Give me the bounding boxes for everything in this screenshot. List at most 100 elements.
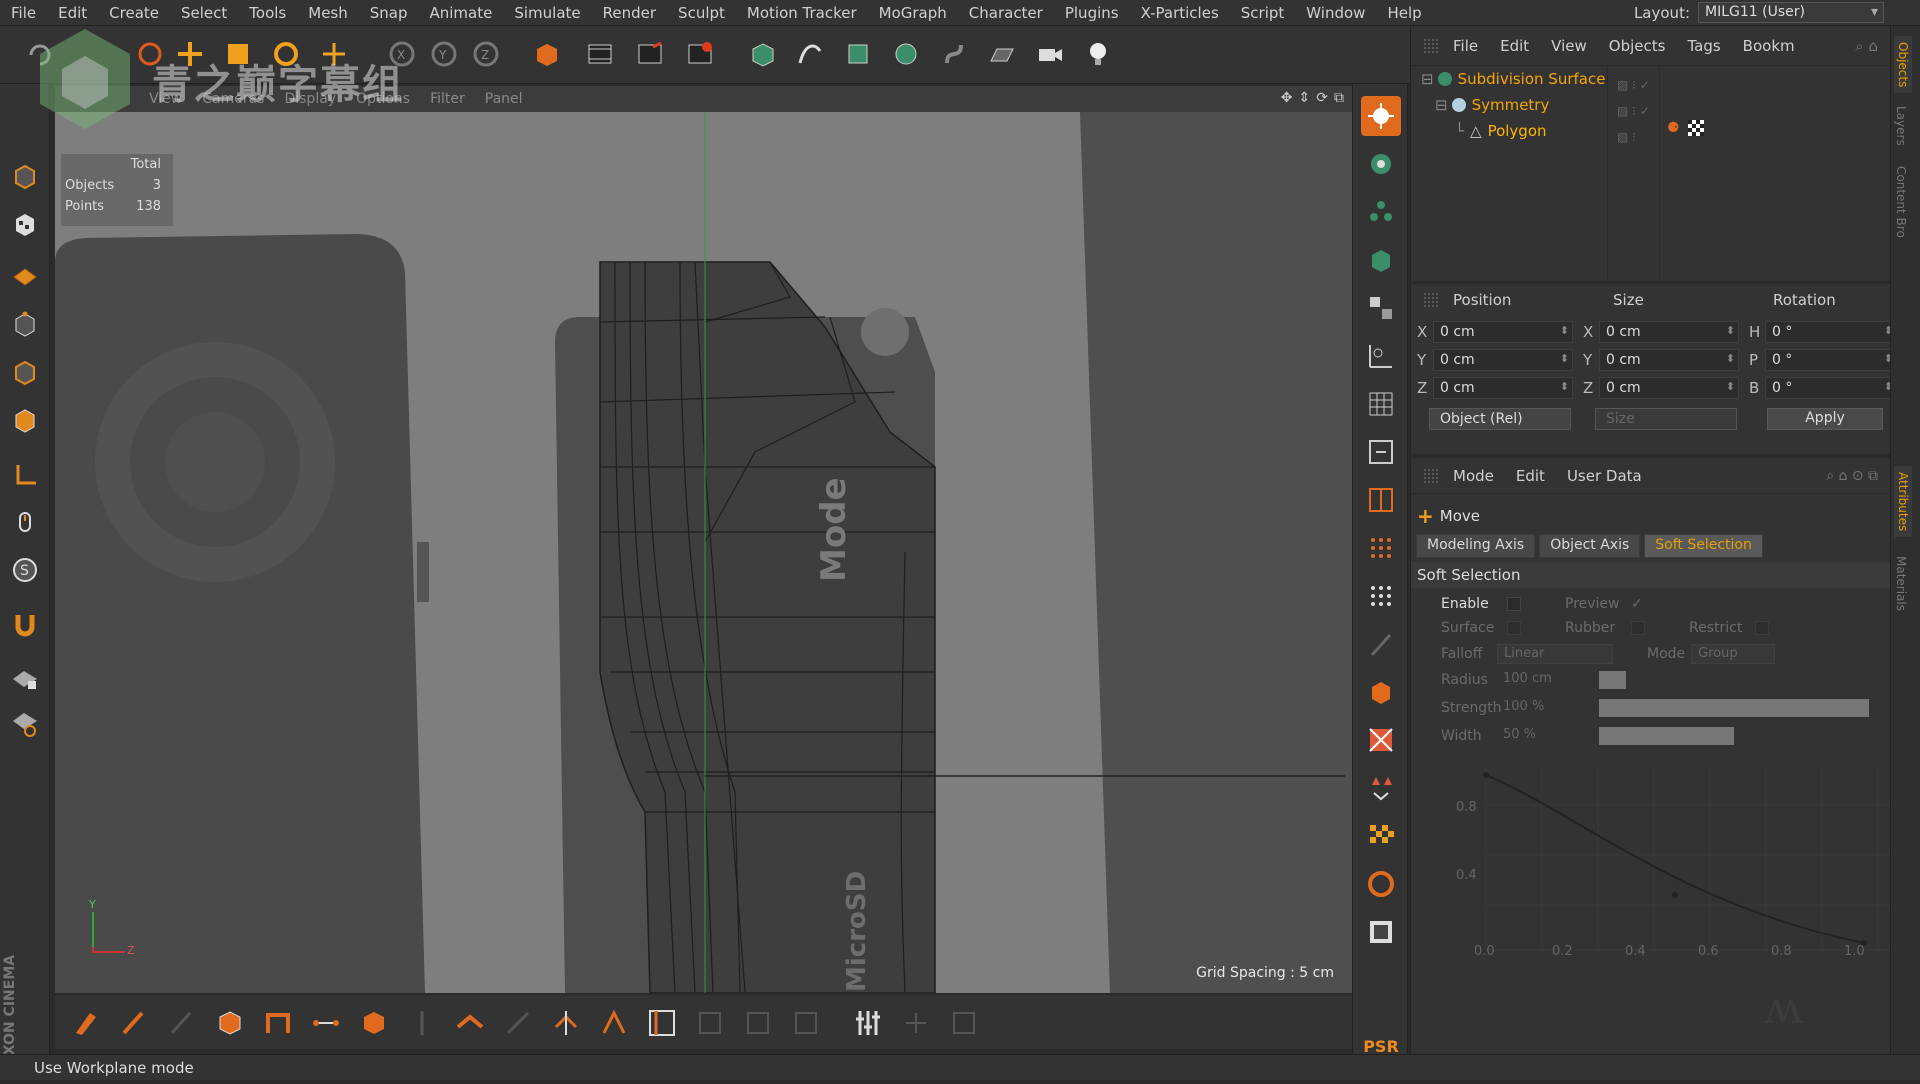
strength-field[interactable]: 100 % bbox=[1497, 698, 1591, 718]
bevel-icon[interactable] bbox=[1361, 720, 1401, 760]
slide-icon[interactable] bbox=[545, 1002, 587, 1044]
panel-grip-icon[interactable] bbox=[1423, 468, 1439, 484]
size-x-field[interactable]: 0 cm bbox=[1599, 321, 1739, 343]
tab-object-axis[interactable]: Object Axis bbox=[1539, 534, 1640, 558]
panel-grip-icon[interactable] bbox=[1423, 38, 1439, 54]
extrude-icon[interactable] bbox=[1361, 672, 1401, 712]
attr-nav-icons[interactable]: ⌕ ⌂ ⊙ ⧉ bbox=[1826, 468, 1878, 484]
frame-icon[interactable] bbox=[1361, 912, 1401, 952]
menu-character[interactable]: Character bbox=[958, 0, 1054, 26]
menu-file[interactable]: File bbox=[0, 0, 47, 26]
spline-pen-icon[interactable] bbox=[790, 34, 830, 74]
edge-cut-icon[interactable] bbox=[593, 1002, 635, 1044]
render-picture-viewer-icon[interactable] bbox=[630, 34, 670, 74]
radius-field[interactable]: 100 cm bbox=[1497, 670, 1591, 690]
menu-sculpt[interactable]: Sculpt bbox=[667, 0, 736, 26]
mirror-icon[interactable] bbox=[1361, 480, 1401, 520]
side-tab-attributes[interactable]: Attributes bbox=[1894, 466, 1912, 537]
subdivision-surface-icon[interactable] bbox=[838, 34, 878, 74]
menu-motion-tracker[interactable]: Motion Tracker bbox=[736, 0, 868, 26]
menu-script[interactable]: Script bbox=[1230, 0, 1296, 26]
solo-mode-icon[interactable]: S bbox=[5, 550, 45, 590]
attr-menu-mode[interactable]: Mode bbox=[1453, 467, 1494, 485]
om-menu-objects[interactable]: Objects bbox=[1609, 37, 1666, 55]
om-menu-edit[interactable]: Edit bbox=[1500, 37, 1529, 55]
tab-modeling-axis[interactable]: Modeling Axis bbox=[1416, 534, 1535, 558]
snap-icon[interactable] bbox=[5, 604, 45, 644]
position-x-field[interactable]: 0 cm bbox=[1433, 321, 1573, 343]
material-tag-icon[interactable] bbox=[1688, 120, 1704, 136]
rotation-b-field[interactable]: 0 ° bbox=[1765, 377, 1897, 399]
z-axis-lock-icon[interactable]: Z bbox=[466, 34, 506, 74]
menu-x-particles[interactable]: X-Particles bbox=[1130, 0, 1230, 26]
layout-dropdown[interactable]: MILG11 (User) bbox=[1698, 2, 1884, 23]
surface-checkbox[interactable] bbox=[1507, 621, 1521, 635]
restrict-checkbox[interactable] bbox=[1755, 621, 1769, 635]
side-tab-content-browser[interactable]: Content Bro bbox=[1894, 166, 1908, 238]
viewport-menu-panel[interactable]: Panel bbox=[475, 91, 533, 107]
menu-animate[interactable]: Animate bbox=[419, 0, 504, 26]
menu-simulate[interactable]: Simulate bbox=[503, 0, 591, 26]
menu-select[interactable]: Select bbox=[170, 0, 238, 26]
collapse-icon[interactable]: ⊟ bbox=[1435, 96, 1448, 114]
orbit-icon[interactable]: ⟳ bbox=[1316, 90, 1328, 106]
size-z-field[interactable]: 0 cm bbox=[1599, 377, 1739, 399]
cluster-icon[interactable] bbox=[1361, 192, 1401, 232]
tab-soft-selection[interactable]: Soft Selection bbox=[1644, 534, 1763, 558]
viewport-menu-filter[interactable]: Filter bbox=[420, 91, 475, 107]
point-grid-icon[interactable] bbox=[1361, 528, 1401, 568]
workplane-icon[interactable] bbox=[5, 254, 45, 294]
brush-orange-icon[interactable] bbox=[65, 1002, 107, 1044]
close-polygon-hole-icon[interactable] bbox=[449, 1002, 491, 1044]
coordinate-system-icon[interactable] bbox=[526, 34, 566, 74]
om-menu-view[interactable]: View bbox=[1551, 37, 1587, 55]
array-icon[interactable] bbox=[886, 34, 926, 74]
menu-tools[interactable]: Tools bbox=[238, 0, 297, 26]
preview-checkbox[interactable]: ✓ bbox=[1631, 596, 1643, 612]
y-axis-lock-icon[interactable]: Y bbox=[424, 34, 464, 74]
om-menu-file[interactable]: File bbox=[1453, 37, 1478, 55]
position-z-field[interactable]: 0 cm bbox=[1433, 377, 1573, 399]
mode-dropdown[interactable]: Group bbox=[1691, 644, 1775, 664]
phong-tag-icon[interactable]: ⚈ bbox=[1667, 120, 1680, 136]
side-tab-materials[interactable]: Materials bbox=[1894, 556, 1908, 611]
maximize-view-icon[interactable]: ⧉ bbox=[1334, 90, 1344, 106]
falloff-dropdown[interactable]: Linear bbox=[1497, 644, 1613, 664]
grid-object-icon[interactable] bbox=[1361, 240, 1401, 280]
weld-icon[interactable] bbox=[1361, 768, 1401, 808]
size-mode-dropdown[interactable]: Size bbox=[1595, 408, 1737, 430]
align-icon[interactable] bbox=[1361, 432, 1401, 472]
cube-multi-icon[interactable] bbox=[1361, 288, 1401, 328]
menu-plugins[interactable]: Plugins bbox=[1054, 0, 1130, 26]
camera-icon[interactable] bbox=[1030, 34, 1070, 74]
attr-menu-user-data[interactable]: User Data bbox=[1567, 467, 1642, 485]
falloff-curve-graph[interactable]: 0.8 0.4 0.0 0.2 0.4 0.6 0.8 1.0 bbox=[1430, 755, 1900, 970]
panel-grip-icon[interactable] bbox=[1423, 292, 1439, 308]
texture-mode-icon[interactable] bbox=[5, 204, 45, 244]
side-tab-layers[interactable]: Layers bbox=[1894, 106, 1908, 146]
pencil-icon[interactable] bbox=[113, 1002, 155, 1044]
menu-render[interactable]: Render bbox=[592, 0, 667, 26]
menu-create[interactable]: Create bbox=[98, 0, 170, 26]
deformer-icon[interactable] bbox=[934, 34, 974, 74]
rubber-checkbox[interactable] bbox=[1631, 621, 1645, 635]
coordinate-mode-dropdown[interactable]: Object (Rel) bbox=[1429, 408, 1571, 430]
point-grid-white-icon[interactable] bbox=[1361, 576, 1401, 616]
width-slider[interactable] bbox=[1599, 727, 1869, 745]
enable-axis-icon[interactable] bbox=[5, 454, 45, 494]
object-row-polygon[interactable]: └ △ Polygon bbox=[1455, 118, 1547, 144]
enable-checkbox[interactable] bbox=[1507, 597, 1521, 611]
menu-mesh[interactable]: Mesh bbox=[297, 0, 359, 26]
make-editable-icon[interactable] bbox=[5, 156, 45, 196]
side-tab-objects[interactable]: Objects bbox=[1894, 36, 1912, 93]
knife-icon[interactable] bbox=[1361, 624, 1401, 664]
locked-workplane-icon[interactable] bbox=[5, 658, 45, 698]
menu-help[interactable]: Help bbox=[1376, 0, 1432, 26]
planar-workplane-icon[interactable] bbox=[5, 704, 45, 744]
om-search-icon[interactable]: ⌕ ⌂ bbox=[1855, 37, 1878, 55]
rotation-p-field[interactable]: 0 ° bbox=[1765, 349, 1897, 371]
render-view-icon[interactable] bbox=[580, 34, 620, 74]
cube-orange-icon[interactable] bbox=[209, 1002, 251, 1044]
polygon-cube-icon[interactable] bbox=[353, 1002, 395, 1044]
attr-menu-edit[interactable]: Edit bbox=[1516, 467, 1545, 485]
